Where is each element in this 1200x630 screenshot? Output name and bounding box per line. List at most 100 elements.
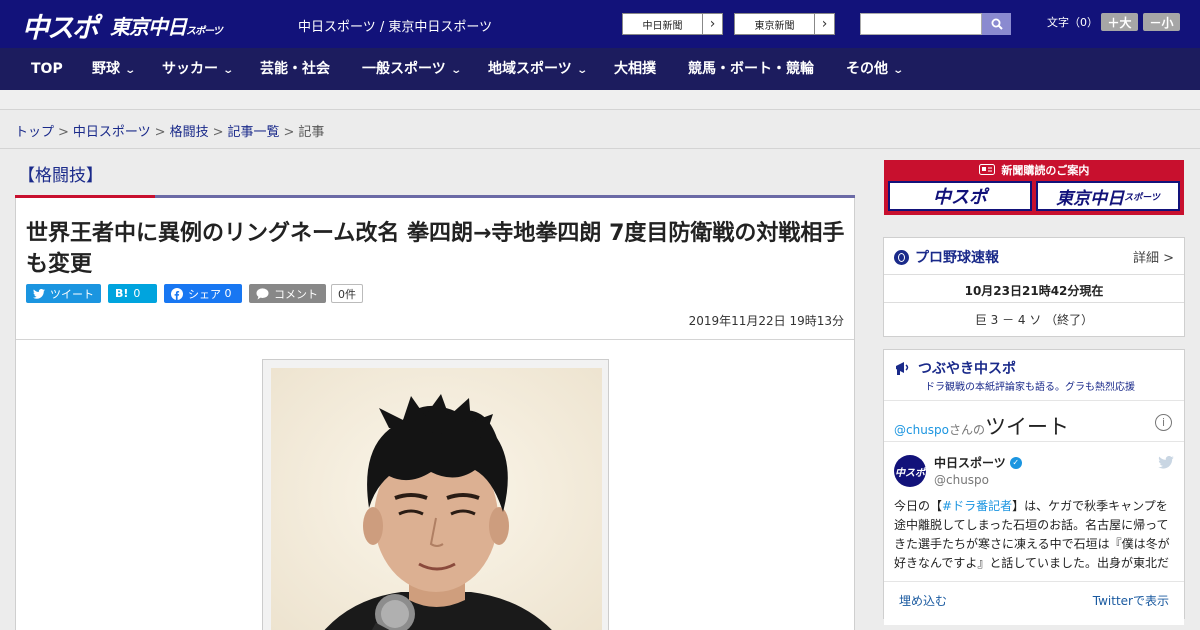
tweet-button[interactable]: ツイート	[26, 284, 101, 303]
tweet-account-name[interactable]: 中日スポーツ ✓	[934, 454, 1022, 471]
font-bigger-button[interactable]: ＋大	[1101, 13, 1138, 31]
divider	[884, 274, 1184, 275]
breadcrumb-separator: >	[154, 125, 166, 140]
subscribe-tokyo-logo[interactable]: 東京中日 スポーツ	[1036, 181, 1180, 211]
nav-label: 競馬・ボート・競輪	[688, 61, 814, 77]
nav-item-other[interactable]: その他 ⌄	[846, 48, 905, 90]
breadcrumb-bar: トップ > 中日スポーツ > 格闘技 > 記事一覧 > 記事	[0, 111, 1200, 149]
nav-item-local-sports[interactable]: 地域スポーツ ⌄	[488, 48, 588, 90]
nav-item-racing[interactable]: 競馬・ボート・競輪	[688, 48, 814, 90]
twitter-widget-title: つぶやき中スポ	[894, 358, 1016, 378]
search-icon	[991, 18, 1003, 30]
view-on-twitter-link[interactable]: Twitterで表示	[1093, 592, 1169, 609]
baseball-title-text: プロ野球速報	[915, 250, 999, 266]
tokyo-logo-text: 東京中日	[110, 15, 187, 39]
tweet-text-pre: 今日の【	[894, 499, 943, 513]
baseball-scores-widget: プロ野球速報 詳細 > 10月23日21時42分現在 巨 3 － 4 ソ （終了…	[883, 237, 1185, 337]
newspaper-icon	[978, 164, 995, 175]
timeline-handle[interactable]: @chuspo	[894, 423, 949, 437]
hatena-icon: B!	[115, 287, 129, 300]
chevron-right-icon: ›	[814, 14, 834, 34]
boxer-portrait-image	[271, 368, 602, 630]
breadcrumb-separator: >	[283, 125, 295, 140]
nav-label: 一般スポーツ	[362, 61, 446, 77]
search-input[interactable]	[860, 13, 982, 35]
chevron-down-icon: ⌄	[576, 65, 588, 76]
comment-label: コメント	[274, 287, 318, 301]
chunichi-shimbun-label: 中日新聞	[642, 20, 683, 32]
tweet-hashtag[interactable]: #ドラ番記者	[942, 499, 1012, 513]
tokyo-shimbun-label: 東京新聞	[754, 20, 795, 32]
tokyo-logo-small: スポーツ	[186, 26, 223, 37]
divider	[884, 302, 1184, 303]
nav-item-sumo[interactable]: 大相撲	[614, 48, 656, 90]
chunichi-shimbun-button[interactable]: 中日新聞 ›	[622, 13, 723, 35]
subscribe-tokyo-text: 東京中日	[1056, 188, 1125, 209]
nav-label: 大相撲	[614, 61, 656, 77]
breadcrumb-item-chunichi-sports[interactable]: 中日スポーツ	[73, 125, 151, 140]
nav-label: サッカー	[162, 61, 218, 77]
verified-badge-icon: ✓	[1009, 456, 1022, 469]
nav-label: その他	[846, 61, 888, 77]
article-photo[interactable]	[271, 368, 602, 630]
facebook-share-button[interactable]: シェア 0	[164, 284, 242, 303]
info-icon[interactable]: i	[1155, 414, 1172, 431]
baseball-score[interactable]: 巨 3 － 4 ソ （終了）	[884, 311, 1184, 328]
twitter-bird-icon[interactable]	[1158, 455, 1174, 473]
twitter-timeline: @chuspoさんのツイート i 中スポ 中日スポーツ ✓ @chuspo 今日の…	[884, 400, 1184, 625]
breadcrumb-item-article-list[interactable]: 記事一覧	[228, 125, 280, 140]
embed-link[interactable]: 埋め込む	[899, 592, 947, 609]
baseball-details-link[interactable]: 詳細 >	[1133, 247, 1174, 266]
twitter-widget-title-text: つぶやき中スポ	[918, 361, 1016, 377]
nav-item-entertainment[interactable]: 芸能・社会	[260, 48, 330, 90]
article-headline: 世界王者中に異例のリングネーム改名 拳四朗→寺地拳四朗 7度目防衛戦の対戦相手も…	[26, 221, 845, 277]
facebook-icon	[171, 287, 183, 300]
article-card: 世界王者中に異例のリングネーム改名 拳四朗→寺地拳四朗 7度目防衛戦の対戦相手も…	[15, 198, 855, 630]
search-button[interactable]	[982, 13, 1011, 35]
megaphone-icon	[896, 362, 909, 375]
breadcrumb-separator: >	[212, 125, 224, 140]
nav-label: 地域スポーツ	[488, 61, 572, 77]
article-divider	[16, 339, 854, 340]
account-name-text: 中日スポーツ	[934, 456, 1006, 470]
avatar[interactable]: 中スポ	[894, 455, 926, 487]
twitter-widget: つぶやき中スポ ドラ観戦の本紙評論家も語る。グラも熱烈応援 @chuspoさんの…	[883, 349, 1185, 625]
twitter-bird-icon	[33, 288, 45, 299]
nav-label: 野球	[92, 61, 120, 77]
chevron-down-icon: ⌄	[892, 65, 905, 76]
nav-item-soccer[interactable]: サッカー ⌄	[162, 48, 234, 90]
font-size-label: 文字（0）	[1047, 16, 1098, 29]
nav-item-baseball[interactable]: 野球 ⌄	[92, 48, 136, 90]
breadcrumb-item-martial-arts[interactable]: 格闘技	[170, 125, 209, 140]
facebook-share-label: シェア	[188, 287, 221, 301]
font-smaller-button[interactable]: －小	[1143, 13, 1180, 31]
subscribe-chuspo-logo[interactable]: 中スポ	[888, 181, 1032, 211]
comment-button[interactable]: コメント	[249, 284, 326, 303]
nav-item-top[interactable]: TOP	[31, 48, 63, 90]
speech-bubble-icon	[256, 287, 269, 299]
facebook-share-count: 0	[224, 287, 232, 300]
nav-label: 芸能・社会	[260, 61, 330, 77]
main-nav: TOP 野球 ⌄ サッカー ⌄ 芸能・社会 一般スポーツ ⌄ 地域スポーツ ⌄ 大相撲 …	[0, 48, 1200, 90]
tokyo-shimbun-button[interactable]: 東京新聞 ›	[734, 13, 835, 35]
subscription-banner[interactable]: 新聞購読のご案内 中スポ 東京中日 スポーツ	[884, 160, 1184, 375]
timeline-tweets-label: ツイート	[985, 415, 1070, 439]
chevron-right-icon: ›	[702, 14, 722, 34]
category-label: 【格闘技】	[18, 166, 103, 186]
tweet-account-user[interactable]: @chuspo	[934, 473, 989, 487]
tweet-text: 今日の【#ドラ番記者】は、ケガで秋季キャンプを途中離脱してしまった石垣のお話。名…	[894, 497, 1174, 577]
tokyo-chunichi-logo[interactable]: 東京中日スポーツ	[110, 11, 223, 40]
chuspo-logo[interactable]: 中スポ	[22, 6, 99, 45]
twitter-widget-subtitle: ドラ観戦の本紙評論家も語る。グラも熱烈応援	[925, 382, 1135, 393]
hatena-bookmark-button[interactable]: B! 0	[108, 284, 157, 303]
divider	[884, 581, 1184, 582]
subscription-title-text: 新聞購読のご案内	[1001, 164, 1090, 177]
breadcrumb-current: 記事	[298, 125, 325, 140]
top-header: 中スポ 東京中日スポーツ 中日スポーツ / 東京中日スポーツ 中日新聞 › 東京…	[0, 0, 1200, 48]
baseball-widget-title: プロ野球速報	[894, 247, 999, 267]
nav-label: TOP	[31, 61, 63, 77]
nav-item-general-sports[interactable]: 一般スポーツ ⌄	[362, 48, 462, 90]
site-title: 中日スポーツ / 東京中日スポーツ	[298, 20, 493, 35]
breadcrumb-item-top[interactable]: トップ	[15, 125, 54, 140]
timeline-header: @chuspoさんのツイート	[894, 411, 1069, 441]
